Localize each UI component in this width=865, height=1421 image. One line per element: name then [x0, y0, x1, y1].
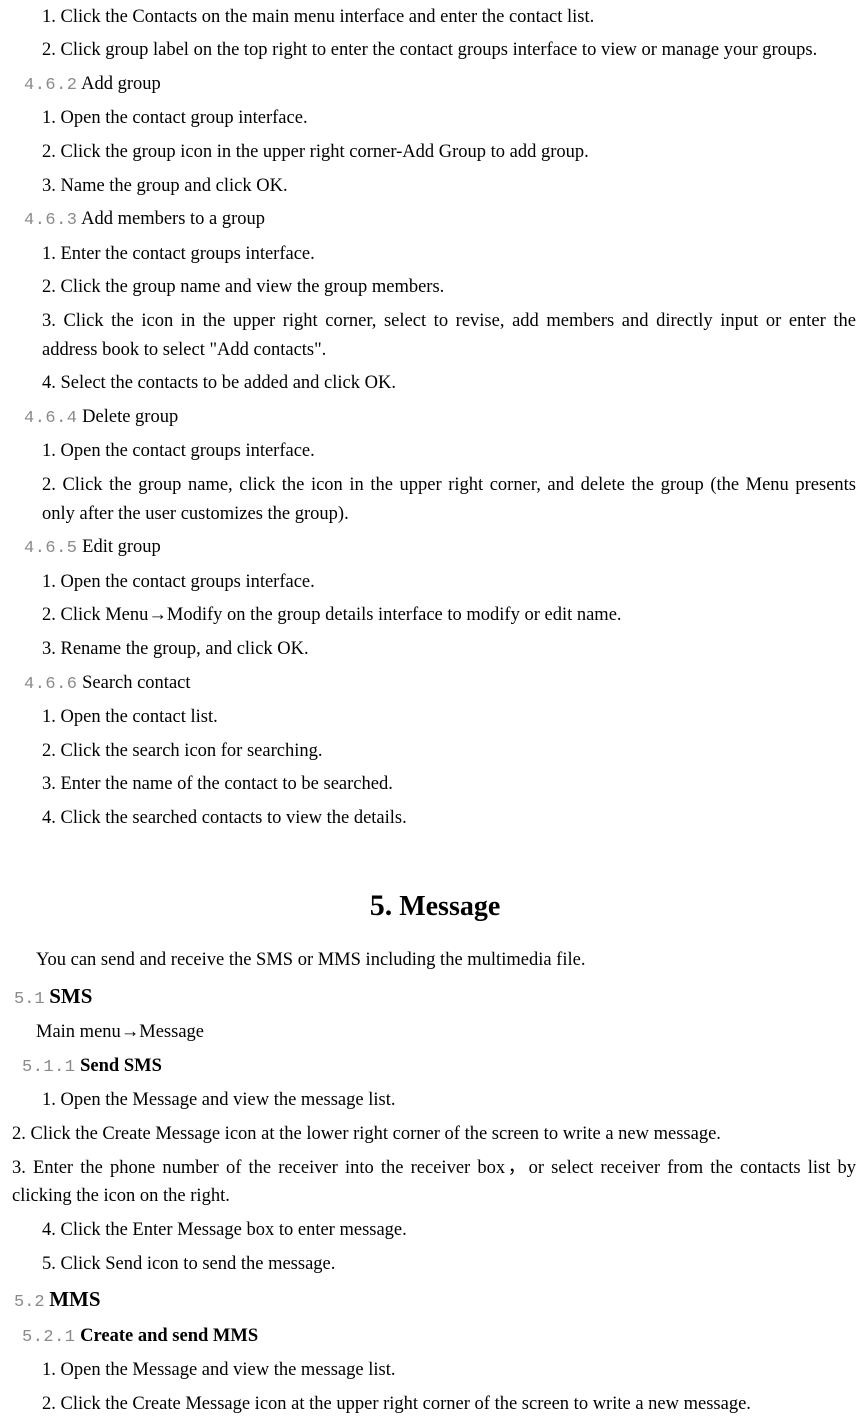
body-text: 4. Click the Enter Message box to enter … [42, 1213, 856, 1247]
nav-path: Main menu→Message [36, 1016, 856, 1050]
heading-number: 4.6.5 [24, 539, 78, 558]
subsection-number: 5.2.1 [22, 1328, 76, 1347]
body-text: 3. Enter the name of the contact to be s… [42, 768, 856, 802]
body-text: 5. Click Send icon to send the message. [42, 1247, 856, 1281]
subsection-511-heading: 5.1.1 Send SMS [22, 1049, 856, 1083]
body-text: 3. Rename the group, and click OK. [42, 632, 856, 666]
heading-title: Add group [81, 74, 161, 94]
section-51-heading: 5.1 SMS [14, 977, 856, 1015]
body-text: 1. Open the contact groups interface. [42, 565, 856, 599]
heading-465: 4.6.5 Edit group [24, 531, 856, 565]
body-text: 3. Enter the phone number of the receive… [12, 1151, 856, 1213]
body-text: 2. Click the group name, click the icon … [42, 468, 856, 530]
body-text: 1. Open the contact groups interface. [42, 435, 856, 469]
chapter-5-title: 5. Message [14, 883, 856, 930]
section-title: MMS [49, 1287, 100, 1311]
body-text: 1. Open the contact list. [42, 700, 856, 734]
section-number: 5.1 [14, 990, 45, 1009]
heading-466: 4.6.6 Search contact [24, 666, 856, 700]
heading-number: 4.6.4 [24, 409, 78, 428]
body-text: 1. Click the Contacts on the main menu i… [42, 0, 856, 34]
body-text: 4. Select the contacts to be added and c… [42, 367, 856, 401]
subsection-title: Send SMS [80, 1056, 162, 1076]
body-text: 2. Click the group name and view the gro… [42, 271, 856, 305]
body-text: 2. Click the search icon for searching. [42, 734, 856, 768]
body-text: 2. Click group label on the top right to… [42, 34, 856, 68]
body-text: 2. Click the Create Message icon at the … [12, 1117, 856, 1151]
body-text: 1. Open the Message and view the message… [42, 1084, 856, 1118]
chapter-intro: You can send and receive the SMS or MMS … [36, 944, 856, 978]
body-text: 2. Click Menu→Modify on the group detail… [42, 599, 856, 633]
body-text: 1. Open the Message and view the message… [42, 1353, 856, 1387]
body-text: 3. Click the icon in the upper right cor… [42, 304, 856, 366]
section-52-heading: 5.2 MMS [14, 1281, 856, 1319]
subsection-title: Create and send MMS [80, 1326, 258, 1346]
heading-title: Delete group [82, 407, 178, 427]
body-text: 1. Enter the contact groups interface. [42, 237, 856, 271]
heading-463: 4.6.3 Add members to a group [24, 203, 856, 237]
section-title: SMS [49, 984, 92, 1008]
subsection-521-heading: 5.2.1 Create and send MMS [22, 1319, 856, 1353]
heading-title: Search contact [82, 673, 190, 693]
body-text: 3. Name the group and click OK. [42, 169, 856, 203]
body-text: 4. Click the searched contacts to view t… [42, 801, 856, 835]
heading-462: 4.6.2 Add group [24, 67, 856, 101]
heading-number: 4.6.6 [24, 675, 78, 694]
document-body: 1. Click the Contacts on the main menu i… [14, 0, 856, 1421]
body-text: 2. Click the group icon in the upper rig… [42, 135, 856, 169]
heading-title: Add members to a group [81, 209, 265, 229]
heading-number: 4.6.3 [24, 211, 78, 230]
heading-title: Edit group [82, 537, 161, 557]
heading-number: 4.6.2 [24, 76, 78, 95]
heading-464: 4.6.4 Delete group [24, 400, 856, 434]
section-number: 5.2 [14, 1293, 45, 1312]
body-text: 1. Open the contact group interface. [42, 102, 856, 136]
subsection-number: 5.1.1 [22, 1058, 76, 1077]
body-text: 2. Click the Create Message icon at the … [42, 1387, 856, 1421]
